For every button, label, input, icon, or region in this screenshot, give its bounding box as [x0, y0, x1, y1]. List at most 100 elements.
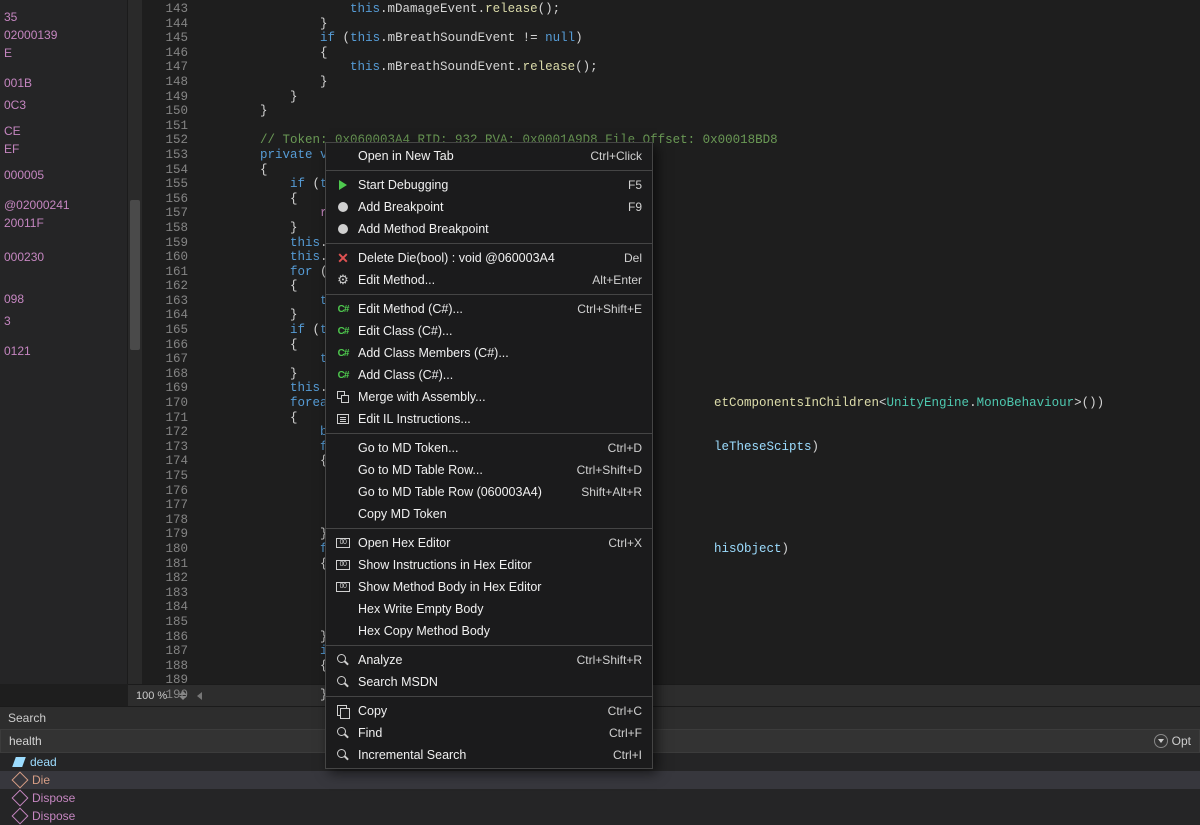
- menu-item[interactable]: AnalyzeCtrl+Shift+R: [326, 649, 652, 671]
- sidebar-item[interactable]: 001B: [0, 74, 127, 92]
- code-line[interactable]: }: [200, 104, 1200, 119]
- scrollbar-thumb[interactable]: [130, 200, 140, 350]
- menu-item-shortcut: Shift+Alt+R: [581, 485, 642, 499]
- sidebar-item[interactable]: 0121: [0, 342, 127, 360]
- sidebar-item[interactable]: 35: [0, 8, 127, 26]
- menu-item[interactable]: Add Method Breakpoint: [326, 218, 652, 240]
- menu-item-label: Edit Method (C#)...: [354, 302, 561, 316]
- menu-item[interactable]: 00Show Method Body in Hex Editor: [326, 576, 652, 598]
- il-icon: [332, 414, 354, 424]
- menu-item-label: Search MSDN: [354, 675, 642, 689]
- method-icon: [12, 772, 29, 789]
- menu-item-label: Go to MD Table Row...: [354, 463, 561, 477]
- menu-item-shortcut: Alt+Enter: [592, 273, 642, 287]
- menu-item-shortcut: Ctrl+I: [613, 748, 642, 762]
- code-line[interactable]: }: [200, 75, 1200, 90]
- menu-item-label: Open in New Tab: [354, 149, 574, 163]
- sidebar-scrollbar[interactable]: [128, 0, 142, 684]
- menu-item[interactable]: Hex Write Empty Body: [326, 598, 652, 620]
- menu-item[interactable]: CopyCtrl+C: [326, 700, 652, 722]
- menu-item[interactable]: C#Add Class (C#)...: [326, 364, 652, 386]
- menu-item[interactable]: 00Show Instructions in Hex Editor: [326, 554, 652, 576]
- menu-item[interactable]: Go to MD Token...Ctrl+D: [326, 437, 652, 459]
- menu-item[interactable]: Go to MD Table Row...Ctrl+Shift+D: [326, 459, 652, 481]
- menu-item-shortcut: Ctrl+C: [608, 704, 642, 718]
- menu-item[interactable]: Search MSDN: [326, 671, 652, 693]
- menu-item[interactable]: Add BreakpointF9: [326, 196, 652, 218]
- sidebar-item[interactable]: 000230: [0, 248, 127, 266]
- line-gutter: 1431441451461471481491501511521531541551…: [142, 0, 200, 684]
- sidebar-item[interactable]: 098: [0, 290, 127, 308]
- csharp-icon: C#: [332, 348, 354, 359]
- sidebar-item[interactable]: E: [0, 44, 127, 62]
- menu-item[interactable]: C#Edit Method (C#)...Ctrl+Shift+E: [326, 298, 652, 320]
- menu-item-label: Add Class (C#)...: [354, 368, 642, 382]
- sidebar-item[interactable]: 0C3: [0, 96, 127, 114]
- menu-item[interactable]: Copy MD Token: [326, 503, 652, 525]
- menu-item[interactable]: ⚙Edit Method...Alt+Enter: [326, 269, 652, 291]
- menu-item[interactable]: Incremental Search Ctrl+I: [326, 744, 652, 766]
- menu-item-label: Hex Write Empty Body: [354, 602, 642, 616]
- menu-item-label: Edit IL Instructions...: [354, 412, 642, 426]
- menu-item[interactable]: FindCtrl+F: [326, 722, 652, 744]
- gear-icon: ⚙: [332, 272, 354, 288]
- menu-item-label: Add Class Members (C#)...: [354, 346, 642, 360]
- code-line[interactable]: }: [200, 90, 1200, 105]
- code-line[interactable]: }: [200, 17, 1200, 32]
- menu-item[interactable]: Merge with Assembly...: [326, 386, 652, 408]
- breakpoint-icon: [332, 224, 354, 234]
- sidebar-item[interactable]: 000005: [0, 166, 127, 184]
- result-label: Die: [32, 773, 50, 787]
- menu-item[interactable]: Edit IL Instructions...: [326, 408, 652, 430]
- menu-item[interactable]: Open in New TabCtrl+Click: [326, 145, 652, 167]
- code-line-tail: leTheseScipts): [714, 440, 819, 455]
- menu-item-label: Show Method Body in Hex Editor: [354, 580, 642, 594]
- search-icon: [332, 727, 354, 739]
- sidebar-item[interactable]: CE: [0, 122, 127, 140]
- assembly-sidebar[interactable]: 3502000139E 001B 0C3 CEEF 000005 @02000241200…: [0, 0, 128, 684]
- menu-separator: [326, 645, 652, 646]
- hex-icon: 00: [332, 582, 354, 592]
- code-editor[interactable]: 1431441451461471481491501511521531541551…: [142, 0, 1200, 684]
- search-options-button[interactable]: Opt: [1146, 734, 1199, 748]
- code-line[interactable]: [200, 119, 1200, 134]
- menu-item-label: Add Method Breakpoint: [354, 222, 642, 236]
- menu-item-label: Open Hex Editor: [354, 536, 592, 550]
- sidebar-item[interactable]: 20011F: [0, 214, 127, 232]
- chevron-down-icon: [1154, 734, 1168, 748]
- search-result-item[interactable]: Die: [0, 771, 1200, 789]
- menu-separator: [326, 528, 652, 529]
- sidebar-item[interactable]: EF: [0, 140, 127, 158]
- menu-item-shortcut: F5: [628, 178, 642, 192]
- menu-item[interactable]: C#Add Class Members (C#)...: [326, 342, 652, 364]
- search-result-item[interactable]: Dispose: [0, 789, 1200, 807]
- code-line[interactable]: {: [200, 46, 1200, 61]
- merge-icon: [332, 391, 354, 403]
- menu-item-label: Go to MD Token...: [354, 441, 592, 455]
- menu-item[interactable]: Go to MD Table Row (060003A4)Shift+Alt+R: [326, 481, 652, 503]
- search-icon: [332, 749, 354, 761]
- menu-item-label: Delete Die(bool) : void @060003A4: [354, 251, 608, 265]
- code-line[interactable]: this.mDamageEvent.release();: [200, 2, 1200, 17]
- method-icon: [12, 808, 29, 825]
- search-icon: [332, 654, 354, 666]
- sidebar-item[interactable]: 3: [0, 312, 127, 330]
- csharp-icon: C#: [332, 304, 354, 315]
- context-menu[interactable]: Open in New TabCtrl+Click Start Debugging…: [325, 142, 653, 769]
- menu-item[interactable]: Hex Copy Method Body: [326, 620, 652, 642]
- menu-item[interactable]: Start DebuggingF5: [326, 174, 652, 196]
- menu-item[interactable]: C#Edit Class (C#)...: [326, 320, 652, 342]
- delete-icon: ✕: [332, 250, 354, 267]
- menu-item[interactable]: 00Open Hex EditorCtrl+X: [326, 532, 652, 554]
- code-line[interactable]: if (this.mBreathSoundEvent != null): [200, 31, 1200, 46]
- sidebar-item[interactable]: @02000241: [0, 196, 127, 214]
- search-icon: [332, 676, 354, 688]
- search-options-label: Opt: [1172, 734, 1191, 748]
- menu-item[interactable]: ✕Delete Die(bool) : void @060003A4Del: [326, 247, 652, 269]
- sidebar-item[interactable]: 02000139: [0, 26, 127, 44]
- play-icon: [332, 180, 354, 190]
- code-line[interactable]: this.mBreathSoundEvent.release();: [200, 60, 1200, 75]
- menu-item-label: Incremental Search: [354, 748, 597, 762]
- menu-item-shortcut: Ctrl+X: [608, 536, 642, 550]
- search-result-item[interactable]: Dispose: [0, 807, 1200, 825]
